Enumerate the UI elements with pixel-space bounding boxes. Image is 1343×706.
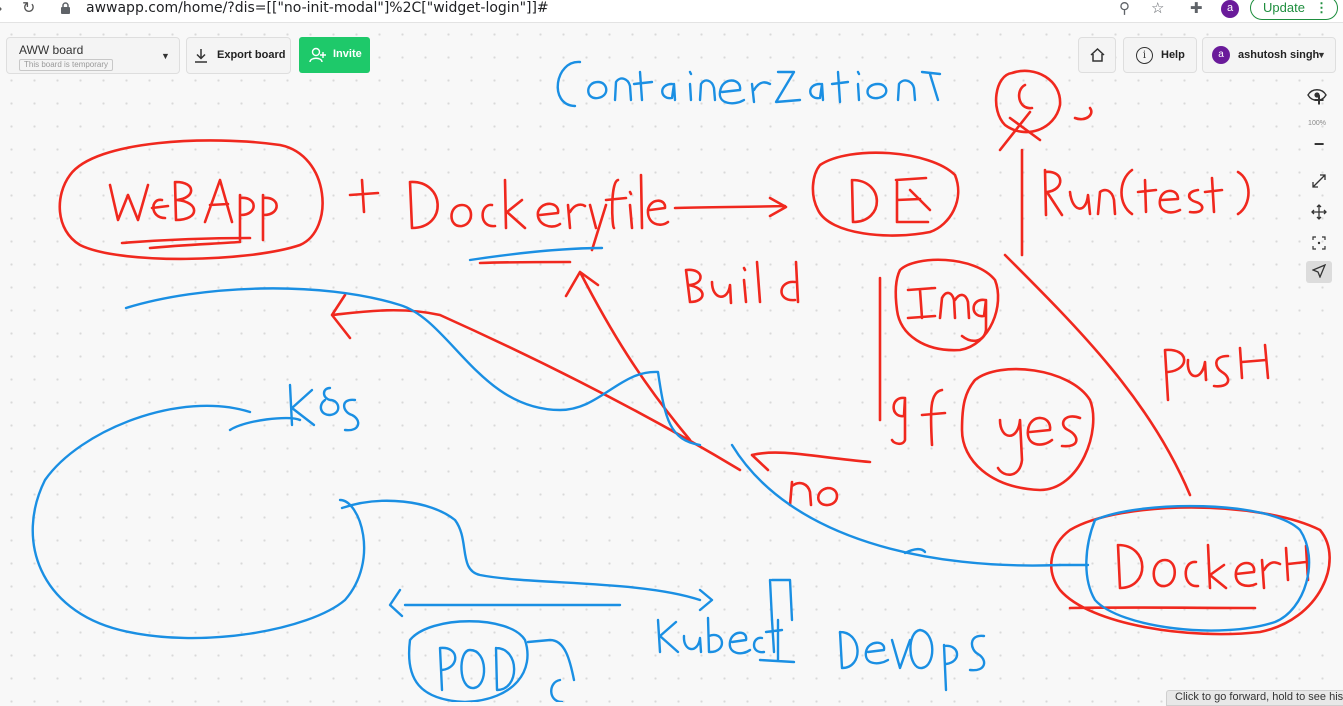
add-user-icon bbox=[309, 47, 326, 63]
export-board-label: Export board bbox=[217, 49, 286, 61]
temporary-board-badge: This board is temporary bbox=[19, 59, 114, 71]
download-icon bbox=[195, 49, 207, 63]
chevron-down-icon: ▼ bbox=[1317, 50, 1326, 60]
avatar: a bbox=[1212, 46, 1230, 64]
fit-icon[interactable] bbox=[1306, 235, 1332, 256]
user-menu-button[interactable]: a ashutosh singh ▼ bbox=[1202, 37, 1336, 73]
zoom-in-icon[interactable]: + bbox=[1306, 90, 1332, 111]
invite-label: Invite bbox=[333, 48, 362, 60]
help-button[interactable]: i Help bbox=[1123, 37, 1197, 73]
board-name-dropdown[interactable]: AWW board This board is temporary ▼ bbox=[6, 37, 180, 74]
fullscreen-icon[interactable] bbox=[1306, 173, 1332, 194]
home-button[interactable] bbox=[1078, 37, 1116, 73]
pointer-icon[interactable] bbox=[1306, 261, 1332, 283]
zoom-out-icon[interactable]: − bbox=[1306, 134, 1332, 155]
home-icon bbox=[1090, 47, 1105, 62]
status-tooltip: Click to go forward, hold to see history bbox=[1166, 690, 1343, 706]
board-title: AWW board bbox=[19, 43, 84, 57]
whiteboard-canvas[interactable] bbox=[0, 0, 1343, 702]
info-icon: i bbox=[1136, 47, 1153, 64]
pan-icon[interactable] bbox=[1306, 204, 1332, 225]
help-label: Help bbox=[1161, 49, 1185, 61]
invite-button[interactable]: Invite bbox=[299, 37, 370, 73]
zoom-level: 100% bbox=[1308, 120, 1326, 127]
chevron-down-icon: ▼ bbox=[161, 51, 170, 61]
user-name: ashutosh singh bbox=[1238, 49, 1320, 61]
export-board-button[interactable]: Export board bbox=[186, 37, 291, 74]
